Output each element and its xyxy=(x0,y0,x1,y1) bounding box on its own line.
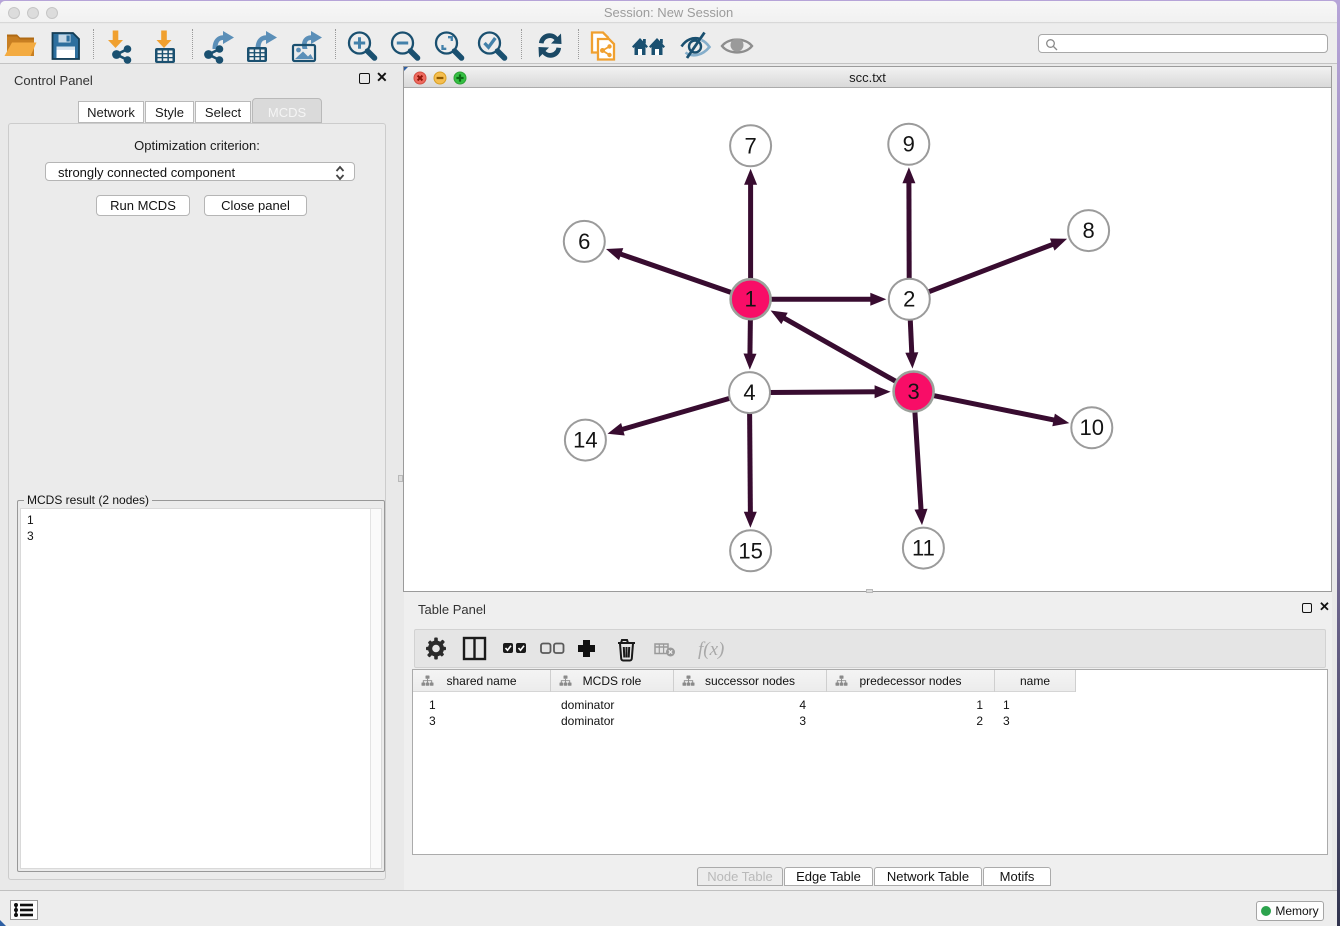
svg-text:3: 3 xyxy=(907,379,919,404)
svg-text:f(x): f(x) xyxy=(698,639,724,660)
svg-text:8: 8 xyxy=(1082,218,1094,243)
svg-text:9: 9 xyxy=(903,132,915,157)
svg-text:15: 15 xyxy=(738,538,762,563)
svg-text:11: 11 xyxy=(912,536,935,561)
svg-text:10: 10 xyxy=(1080,415,1104,440)
svg-text:4: 4 xyxy=(743,380,755,405)
svg-text:1: 1 xyxy=(744,287,756,312)
svg-text:14: 14 xyxy=(573,428,597,453)
svg-text:2: 2 xyxy=(903,287,915,312)
svg-text:6: 6 xyxy=(578,229,590,254)
svg-text:7: 7 xyxy=(744,133,756,158)
